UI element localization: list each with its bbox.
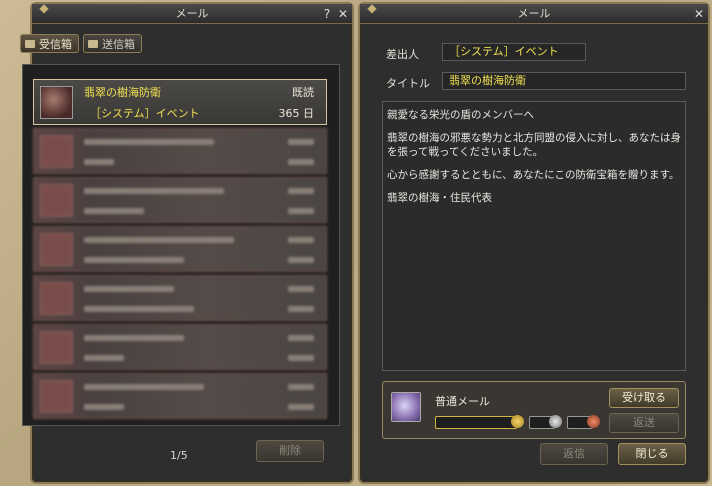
title-label: タイトル <box>386 77 430 90</box>
help-icon[interactable]: ? <box>320 7 334 21</box>
mail-item-icon <box>40 184 73 217</box>
receive-button[interactable]: 受け取る <box>609 388 679 408</box>
tab-outbox[interactable]: 送信箱 <box>83 34 142 53</box>
sender-label: 差出人 <box>386 48 419 61</box>
reply-button[interactable]: 返信 <box>540 443 608 465</box>
attachment-panel: 普通メール 受け取る 返送 <box>382 381 686 439</box>
inbox-title: メール <box>175 7 209 20</box>
delete-button[interactable]: 削除 <box>256 440 324 462</box>
mail-days: 365 日 <box>278 107 315 120</box>
treasure-box-icon <box>40 86 73 119</box>
mail-detail-window: メール ◆ ✕ 差出人 ［システム］イベント タイトル 翡翠の樹海防衛 親愛なる… <box>358 1 710 484</box>
page-indicator: 1/5 <box>170 449 188 462</box>
tab-inbox[interactable]: 受信箱 <box>20 34 79 53</box>
list-item[interactable] <box>33 373 327 419</box>
list-item[interactable]: 翡翠の樹海防衛 ［システム］イベント 既読 365 日 <box>33 79 327 125</box>
detail-titlebar: メール <box>360 4 708 24</box>
tab-outbox-label: 送信箱 <box>102 37 135 51</box>
list-item[interactable] <box>33 128 327 174</box>
mail-item-icon <box>40 233 73 266</box>
body-paragraph: 翡翠の樹海の邪悪な勢力と北方同盟の侵入に対し、あなたは身を張って戦ってくださいま… <box>387 132 681 158</box>
list-item[interactable] <box>33 177 327 223</box>
gift-box-icon[interactable] <box>391 392 421 422</box>
mail-list: 翡翠の樹海防衛 ［システム］イベント 既読 365 日 <box>22 64 340 426</box>
ornament-icon: ◆ <box>367 1 377 15</box>
inbox-titlebar: メール <box>32 4 352 24</box>
mail-item-icon <box>40 331 73 364</box>
mail-sender: ［システム］イベント <box>90 107 200 120</box>
close-button[interactable]: 閉じる <box>618 443 686 465</box>
list-item[interactable] <box>33 275 327 321</box>
mail-body: 親愛なる栄光の盾のメンバーへ 翡翠の樹海の邪悪な勢力と北方同盟の侵入に対し、あな… <box>382 101 686 371</box>
list-item[interactable] <box>33 324 327 370</box>
body-greeting: 親愛なる栄光の盾のメンバーへ <box>387 109 534 121</box>
mail-item-icon <box>40 282 73 315</box>
sender-field: ［システム］イベント <box>442 43 586 61</box>
body-paragraph: 心から感謝するとともに、あなたにこの防衛宝箱を贈ります。 <box>387 169 680 181</box>
title-field: 翡翠の樹海防衛 <box>442 72 686 90</box>
tab-inbox-label: 受信箱 <box>39 37 72 51</box>
mail-status: 既読 <box>292 86 314 99</box>
copper-coin-icon <box>587 415 600 428</box>
mail-subject: 翡翠の樹海防衛 <box>84 86 161 99</box>
envelope-icon <box>25 39 35 48</box>
mail-item-icon <box>40 135 73 168</box>
gold-coin-icon <box>511 415 524 428</box>
silver-coin-icon <box>549 415 562 428</box>
mailbox-tabs: 受信箱 送信箱 <box>20 34 142 53</box>
inbox-window: メール ◆ ? ✕ 受信箱 送信箱 翡翠の樹海防衛 ［システム］イベント 既読 … <box>20 1 354 484</box>
close-icon[interactable]: ✕ <box>336 7 350 21</box>
ornament-icon: ◆ <box>39 1 49 15</box>
list-item[interactable] <box>33 226 327 272</box>
detail-title: メール <box>517 7 551 20</box>
return-mail-button[interactable]: 返送 <box>609 413 679 433</box>
mail-type-label: 普通メール <box>435 395 490 408</box>
body-signature: 翡翠の樹海・住民代表 <box>387 192 492 204</box>
close-icon[interactable]: ✕ <box>692 7 706 21</box>
mail-item-icon <box>40 380 73 413</box>
gold-slot <box>435 416 517 429</box>
envelope-icon <box>88 39 98 48</box>
